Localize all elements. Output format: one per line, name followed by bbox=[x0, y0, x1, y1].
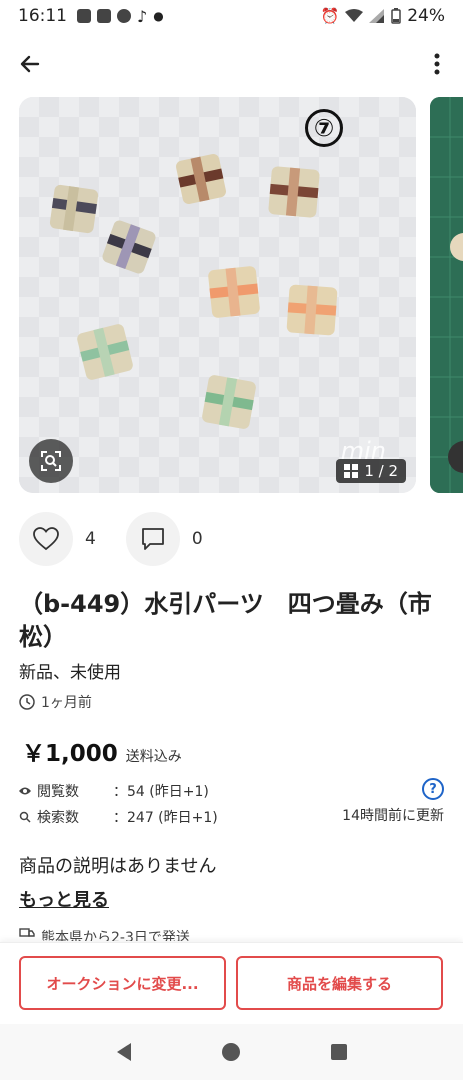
status-bar: 16:11 ♪ ● ⏰ 24% bbox=[0, 0, 463, 32]
battery-level: 24% bbox=[407, 6, 445, 26]
posted-time-text: 1ヶ月前 bbox=[41, 695, 92, 711]
circled-number-label: ⑦ bbox=[305, 109, 343, 147]
system-home-button[interactable] bbox=[219, 1040, 243, 1064]
updated-time: 14時間前に更新 bbox=[342, 808, 444, 824]
product-title: （b-449）水引パーツ 四つ畳み（市松） bbox=[19, 590, 432, 651]
more-notifications-icon: ● bbox=[153, 9, 164, 23]
tiktok-icon: ♪ bbox=[137, 6, 148, 26]
next-photo-preview[interactable] bbox=[430, 97, 463, 493]
shipping-label: 送料込み bbox=[125, 749, 182, 765]
knot bbox=[176, 154, 226, 204]
views-label: 閲覧数 bbox=[37, 784, 79, 800]
see-more-link[interactable]: もっと見る bbox=[19, 886, 109, 912]
knot bbox=[268, 166, 320, 218]
signal-icon bbox=[369, 9, 385, 23]
ship-from-text: 熊本県から2-3日で発送 bbox=[41, 930, 190, 941]
alarm-icon: ⏰ bbox=[320, 7, 340, 25]
d-app-icon bbox=[117, 9, 131, 23]
product-photo[interactable]: ⑦ min 1 / 2 bbox=[19, 97, 416, 493]
notification-icons: ♪ ● bbox=[77, 7, 164, 26]
clock-icon bbox=[19, 694, 35, 710]
search-label: 検索数 bbox=[37, 810, 79, 826]
app-icon bbox=[97, 9, 111, 23]
search-icon bbox=[19, 811, 31, 823]
system-recents-button[interactable] bbox=[327, 1040, 351, 1064]
triangle-back-icon bbox=[116, 1043, 131, 1061]
truck-icon bbox=[19, 928, 35, 937]
knot bbox=[202, 375, 256, 429]
views-stat: 閲覧数 ：54 (昨日+1) bbox=[19, 778, 444, 804]
knot bbox=[49, 184, 99, 234]
ship-from: 熊本県から2-3日で発送 bbox=[19, 927, 190, 941]
square-recents-icon bbox=[331, 1044, 348, 1060]
arrow-left-icon bbox=[20, 55, 40, 73]
photo-counter-text: 1 / 2 bbox=[364, 462, 398, 480]
bottom-action-bar: オークションに変更... 商品を編集する bbox=[0, 942, 463, 1024]
comment-button[interactable] bbox=[125, 512, 180, 566]
comment-count: 0 bbox=[191, 529, 203, 549]
eye-icon bbox=[19, 787, 31, 795]
engagement-row: 4 0 bbox=[19, 512, 233, 566]
photo-counter: 1 / 2 bbox=[336, 459, 406, 483]
knot bbox=[208, 266, 260, 318]
line-icon bbox=[77, 9, 91, 23]
more-options-button[interactable] bbox=[425, 48, 449, 80]
price: ￥1,000 bbox=[22, 741, 118, 767]
back-button[interactable] bbox=[14, 48, 46, 80]
like-count: 4 bbox=[85, 529, 96, 549]
like-button[interactable] bbox=[19, 512, 73, 566]
top-nav bbox=[0, 40, 463, 88]
battery-icon bbox=[391, 8, 401, 24]
system-back-button[interactable] bbox=[112, 1040, 136, 1064]
next-photo-image bbox=[430, 97, 463, 493]
description-text: 商品の説明はありません bbox=[19, 856, 217, 877]
search-value: ：247 (昨日+1) bbox=[113, 810, 218, 826]
posted-time: 1ヶ月前 bbox=[19, 692, 92, 712]
status-time: 16:11 bbox=[18, 6, 67, 26]
image-carousel[interactable]: ⑦ min 1 / 2 bbox=[19, 97, 463, 493]
price-row: ￥1,000 送料込み bbox=[22, 734, 182, 768]
heart-icon bbox=[33, 527, 59, 551]
system-navigation-bar bbox=[0, 1024, 463, 1080]
change-to-auction-button[interactable]: オークションに変更... bbox=[19, 956, 226, 1010]
stats-panel: 閲覧数 ：54 (昨日+1) 検索数 ：247 (昨日+1) ? 14時間前に更… bbox=[19, 778, 444, 830]
product-photo-image bbox=[19, 97, 416, 493]
system-icons: ⏰ 24% bbox=[321, 6, 445, 26]
wifi-icon bbox=[345, 9, 364, 22]
image-search-icon bbox=[41, 451, 61, 471]
comment-icon bbox=[141, 528, 164, 550]
knot bbox=[286, 284, 338, 336]
circle-home-icon bbox=[222, 1043, 241, 1061]
help-button[interactable]: ? bbox=[422, 778, 444, 800]
edit-item-button[interactable]: 商品を編集する bbox=[236, 956, 443, 1010]
product-condition: 新品、未使用 bbox=[19, 663, 121, 683]
views-value: ：54 (昨日+1) bbox=[113, 784, 209, 800]
vertical-dots-icon bbox=[434, 53, 440, 75]
image-search-button[interactable] bbox=[29, 439, 73, 483]
grid-icon bbox=[344, 464, 359, 478]
